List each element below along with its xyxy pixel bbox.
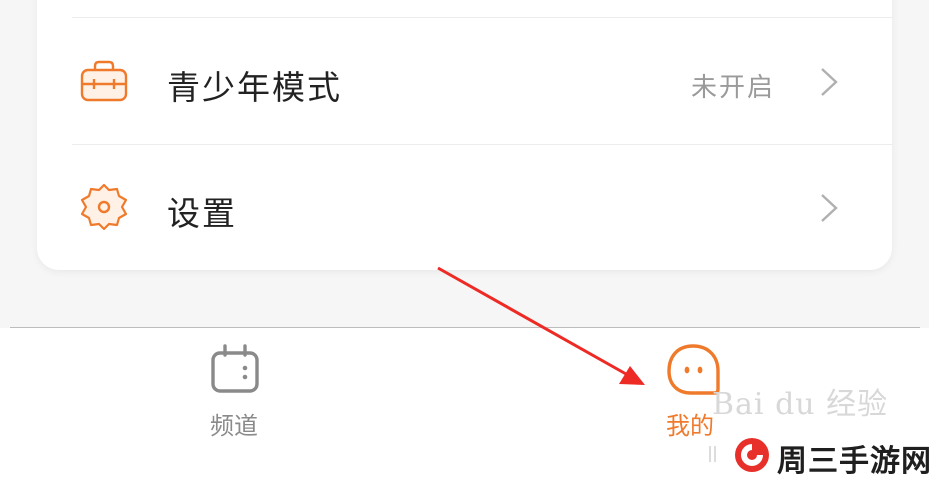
gear-icon xyxy=(80,183,128,231)
tab-channel[interactable]: 频道 xyxy=(195,340,275,440)
tab-mine-label: 我的 xyxy=(666,412,714,440)
divider-top xyxy=(72,17,892,18)
brand-name: 周三手游网 xyxy=(777,444,929,479)
spiral-logo-icon xyxy=(735,438,769,472)
teen-mode-label: 青少年模式 xyxy=(167,68,342,107)
briefcase-icon xyxy=(80,60,128,102)
teen-mode-row[interactable]: 青少年模式 未开启 xyxy=(37,19,892,145)
baidu-watermark: Bai du 经验 xyxy=(712,387,889,422)
settings-label: 设置 xyxy=(167,194,237,233)
chevron-right-icon xyxy=(821,68,838,96)
chevron-right-icon xyxy=(821,194,838,222)
teen-mode-status: 未开启 xyxy=(690,73,775,103)
settings-row[interactable]: 设置 xyxy=(37,145,892,271)
tab-channel-label: 频道 xyxy=(210,412,258,440)
calendar-icon xyxy=(211,344,259,393)
